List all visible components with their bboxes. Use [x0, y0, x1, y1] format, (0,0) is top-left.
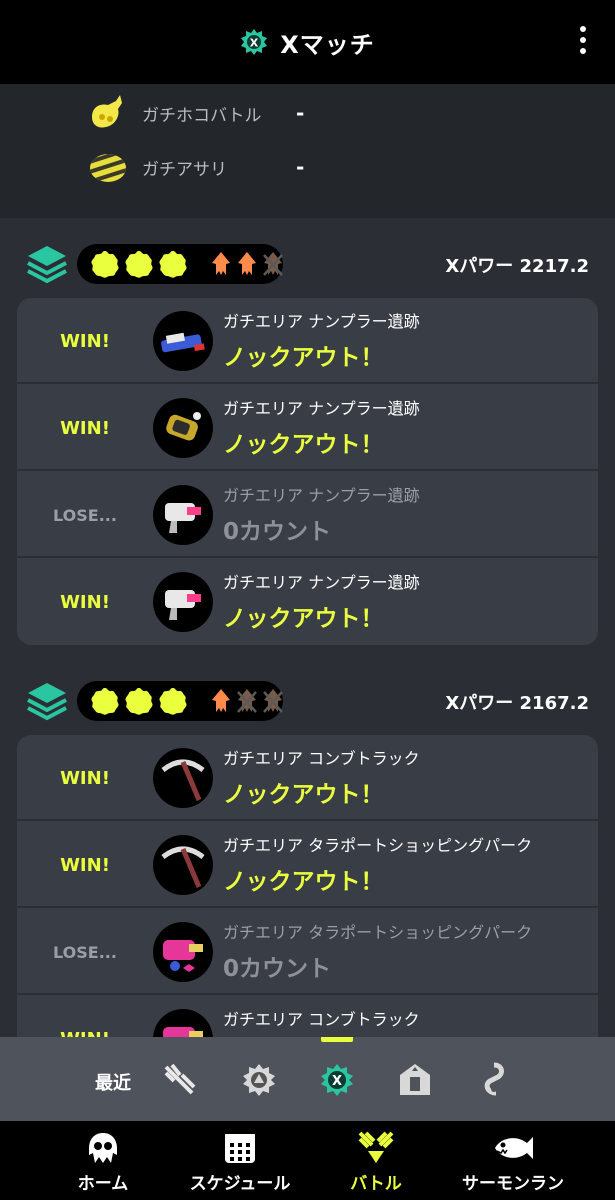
mode-row-clam: ガチアサリ - [86, 142, 304, 192]
match-list: WIN! ガチエリア ナンプラー遺跡 ノックアウト！ WIN! ガチエリア ナン… [17, 298, 598, 645]
match-count: 0カウント [223, 519, 332, 545]
set-header: Xパワー 2217.2 [0, 240, 615, 288]
match-row[interactable]: WIN! ガチエリア タラポートショッピングパーク ノックアウト！ [17, 822, 598, 908]
pink-blaster-weapon-icon [153, 922, 213, 982]
match-count: ノックアウト！ [223, 869, 384, 895]
x-battle-set-1: Xパワー 2217.2 WIN! ガチエリア ナンプラー遺跡 ノックアウト！ W… [0, 240, 615, 650]
nav-label: ホーム [77, 1174, 129, 1194]
splat-zones-icon [27, 246, 67, 284]
stage-name: ガチエリア コンブトラック [223, 749, 420, 768]
win-splat-icon [125, 251, 153, 278]
match-result: LOSE... [53, 505, 117, 525]
match-row[interactable]: WIN! ガチエリア コンブトラック [17, 996, 598, 1037]
lost-squid-icon [237, 689, 257, 713]
rainmaker-icon [92, 95, 122, 128]
other-modes-list: ガチホコバトル - ガチアサリ - [0, 84, 615, 218]
match-row[interactable]: LOSE... ガチエリア ナンプラー遺跡 0カウント [17, 472, 598, 558]
match-result: LOSE... [53, 942, 117, 962]
match-result: WIN! [60, 330, 110, 352]
win-splat-icon [159, 251, 187, 278]
stage-name: ガチエリア ナンプラー遺跡 [223, 573, 420, 592]
calendar-icon [225, 1134, 255, 1163]
mode-value: - [296, 155, 305, 179]
stage-name: ガチエリア コンブトラック [223, 1010, 420, 1029]
pickaxe-weapon-icon [153, 748, 213, 808]
page-title: Xマッチ [280, 30, 375, 59]
pickaxe-weapon-icon [153, 835, 213, 895]
lost-squid-icon [263, 252, 283, 276]
x-match-emblem-icon: X [241, 29, 268, 55]
selected-indicator [321, 1037, 353, 1042]
app-header: X Xマッチ [0, 0, 615, 84]
nav-home[interactable]: ホーム [64, 1121, 142, 1200]
match-count: ノックアウト！ [223, 345, 384, 371]
nav-battle[interactable]: バトル [338, 1121, 414, 1200]
mode-name: ガチホコバトル [142, 105, 262, 126]
white-shooter-weapon-icon [153, 485, 213, 545]
more-options-icon[interactable] [579, 26, 587, 58]
match-result: WIN! [60, 417, 110, 439]
mode-name: ガチアサリ [142, 159, 227, 180]
match-count: ノックアウト！ [223, 606, 384, 632]
set-progress-pill [77, 244, 283, 284]
stage-name: ガチエリア ナンプラー遺跡 [223, 399, 420, 418]
mode-row-rainmaker: ガチホコバトル - [86, 88, 304, 138]
match-result: WIN! [17, 996, 153, 1038]
challenge-event-icon[interactable] [396, 1061, 434, 1099]
recent-filter-bar: 最近 X [0, 1037, 615, 1121]
nav-schedule[interactable]: スケジュール [180, 1121, 300, 1200]
salmon-icon [495, 1137, 533, 1159]
life-squid-icon [238, 252, 256, 275]
nav-label: バトル [350, 1174, 402, 1194]
nav-label: サーモンラン [462, 1174, 564, 1194]
white-shooter-weapon-icon [153, 572, 213, 632]
nav-salmon-run[interactable]: サーモンラン [450, 1121, 576, 1200]
match-count: ノックアウト！ [223, 432, 384, 458]
x-battle-set-2: Xパワー 2167.2 WIN! ガチエリア コンブトラック ノックアウト！ W… [0, 677, 615, 1037]
recent-label: 最近 [95, 1073, 131, 1094]
gold-roller-weapon-icon [153, 398, 213, 458]
lost-squid-icon [263, 689, 283, 713]
splat-zones-icon [27, 683, 67, 721]
match-row[interactable]: WIN! ガチエリア コンブトラック ノックアウト！ [17, 735, 598, 821]
regular-battle-icon[interactable] [160, 1061, 198, 1099]
x-power-value: Xパワー 2167.2 [445, 693, 589, 714]
stage-name: ガチエリア タラポートショッピングパーク [223, 923, 533, 942]
pink-blaster-weapon-icon [153, 1009, 213, 1037]
set-progress-pill [77, 681, 283, 721]
blaster-weapon-icon [153, 311, 213, 371]
win-splat-icon [159, 688, 187, 715]
clam-icon [90, 154, 126, 182]
stage-name: ガチエリア タラポートショッピングパーク [223, 836, 533, 855]
win-splat-icon [125, 688, 153, 715]
squid-home-icon [89, 1133, 117, 1163]
match-result: WIN! [60, 854, 110, 876]
x-power-value: Xパワー 2217.2 [445, 256, 589, 277]
match-row[interactable]: WIN! ガチエリア ナンプラー遺跡 ノックアウト！ [17, 385, 598, 471]
stage-name: ガチエリア ナンプラー遺跡 [223, 486, 420, 505]
svg-text:X: X [332, 1074, 342, 1089]
win-splat-icon [91, 251, 119, 278]
life-squid-icon [212, 689, 230, 712]
x-match-icon[interactable]: X [318, 1061, 356, 1099]
match-row[interactable]: WIN! ガチエリア ナンプラー遺跡 ノックアウト！ [17, 559, 598, 645]
mode-value: - [296, 101, 305, 125]
match-list: WIN! ガチエリア コンブトラック ノックアウト！ WIN! ガチエリア タラ… [17, 735, 598, 1037]
svg-text:X: X [250, 37, 259, 50]
private-battle-icon[interactable] [474, 1061, 512, 1099]
match-result: WIN! [60, 767, 110, 789]
match-count: ノックアウト！ [223, 782, 384, 808]
life-squid-icon [212, 252, 230, 275]
set-header: Xパワー 2167.2 [0, 677, 615, 725]
match-result: WIN! [60, 591, 110, 613]
anarchy-battle-icon[interactable] [240, 1061, 278, 1099]
match-row[interactable]: LOSE... ガチエリア タラポートショッピングパーク 0カウント [17, 909, 598, 995]
bottom-navigation: ホーム スケジュール バトル サーモンラン [0, 1121, 615, 1200]
win-splat-icon [91, 688, 119, 715]
match-count: 0カウント [223, 956, 332, 982]
nav-label: スケジュール [189, 1174, 291, 1194]
match-row[interactable]: WIN! ガチエリア ナンプラー遺跡 ノックアウト！ [17, 298, 598, 384]
stage-name: ガチエリア ナンプラー遺跡 [223, 312, 420, 331]
battle-icon [358, 1131, 394, 1163]
